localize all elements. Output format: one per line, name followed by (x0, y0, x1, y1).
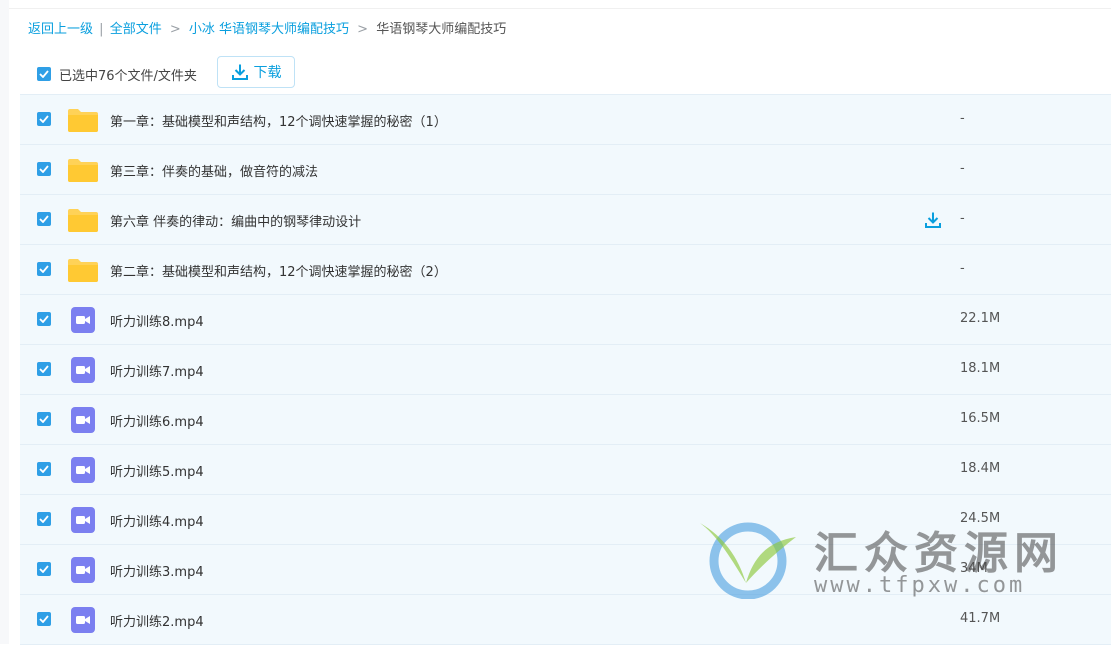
video-icon (68, 507, 98, 533)
folder-row[interactable]: 第六章 伴奏的律动：编曲中的钢琴律动设计 - (20, 195, 1111, 245)
file-name[interactable]: 听力训练3.mp4 (110, 561, 204, 580)
file-name[interactable]: 听力训练5.mp4 (110, 461, 204, 480)
file-name[interactable]: 第三章：伴奏的基础，做音符的减法 (110, 161, 318, 180)
file-name[interactable]: 听力训练4.mp4 (110, 511, 204, 530)
folder-row[interactable]: 第一章：基础模型和声结构，12个调快速掌握的秘密（1） - (20, 94, 1111, 145)
breadcrumb: 返回上一级 | 全部文件 > 小冰 华语钢琴大师编配技巧 > 华语钢琴大师编配技… (28, 21, 506, 39)
file-size: 24.5M (960, 511, 1001, 526)
file-row[interactable]: 听力训练6.mp4 16.5M (20, 395, 1111, 445)
file-list: 第一章：基础模型和声结构，12个调快速掌握的秘密（1） - 第三章：伴奏的基础，做音… (20, 94, 1111, 645)
download-button-label: 下载 (253, 65, 282, 81)
file-name[interactable]: 第一章：基础模型和声结构，12个调快速掌握的秘密（1） (110, 111, 447, 130)
row-checkbox[interactable] (37, 412, 51, 426)
download-icon (231, 63, 249, 81)
row-checkbox[interactable] (37, 112, 51, 126)
file-row[interactable]: 听力训练5.mp4 18.4M (20, 445, 1111, 495)
breadcrumb-arrow-separator: > (357, 22, 369, 37)
folder-icon (68, 257, 98, 283)
row-checkbox[interactable] (37, 462, 51, 476)
breadcrumb-level1-link[interactable]: 小冰 华语钢琴大师编配技巧 (189, 22, 349, 37)
file-size: 34M (960, 561, 988, 576)
file-name[interactable]: 听力训练6.mp4 (110, 411, 204, 430)
row-checkbox[interactable] (37, 262, 51, 276)
row-checkbox[interactable] (37, 312, 51, 326)
breadcrumb-arrow-separator: > (169, 22, 181, 37)
folder-icon (68, 107, 98, 133)
breadcrumb-all-files-link[interactable]: 全部文件 (110, 22, 162, 37)
row-checkbox[interactable] (37, 362, 51, 376)
video-icon (68, 407, 98, 433)
row-checkbox[interactable] (37, 562, 51, 576)
breadcrumb-back-link[interactable]: 返回上一级 (28, 22, 93, 37)
video-icon (68, 557, 98, 583)
folder-icon (68, 207, 98, 233)
breadcrumb-current: 华语钢琴大师编配技巧 (376, 22, 507, 37)
select-all-checkbox[interactable] (37, 67, 51, 81)
select-all[interactable]: 已选中76个文件/文件夹 (37, 66, 197, 84)
row-checkbox[interactable] (37, 162, 51, 176)
file-size: 16.5M (960, 411, 1001, 426)
download-button[interactable]: 下载 (217, 56, 295, 88)
folder-row[interactable]: 第三章：伴奏的基础，做音符的减法 - (20, 145, 1111, 195)
file-name[interactable]: 第二章：基础模型和声结构，12个调快速掌握的秘密（2） (110, 261, 447, 280)
file-row[interactable]: 听力训练3.mp4 34M (20, 545, 1111, 595)
file-size: - (960, 111, 965, 126)
file-size: 22.1M (960, 311, 1001, 326)
file-size: 18.1M (960, 361, 1001, 376)
file-name[interactable]: 听力训练2.mp4 (110, 611, 204, 630)
video-icon (68, 307, 98, 333)
left-sidebar-edge (0, 0, 9, 644)
top-divider (9, 0, 1111, 9)
file-name[interactable]: 第六章 伴奏的律动：编曲中的钢琴律动设计 (110, 211, 361, 230)
video-icon (68, 607, 98, 633)
file-row[interactable]: 听力训练7.mp4 18.1M (20, 345, 1111, 395)
file-size: - (960, 161, 965, 176)
breadcrumb-bar-separator: | (99, 22, 104, 37)
file-name[interactable]: 听力训练7.mp4 (110, 361, 204, 380)
file-name[interactable]: 听力训练8.mp4 (110, 311, 204, 330)
file-row[interactable]: 听力训练8.mp4 22.1M (20, 295, 1111, 345)
file-size: - (960, 261, 965, 276)
video-icon (68, 357, 98, 383)
row-checkbox[interactable] (37, 512, 51, 526)
row-download-icon[interactable] (923, 210, 943, 230)
selected-count-label: 已选中76个文件/文件夹 (59, 68, 197, 84)
file-size: - (960, 211, 965, 226)
file-row[interactable]: 听力训练2.mp4 41.7M (20, 595, 1111, 645)
folder-row[interactable]: 第二章：基础模型和声结构，12个调快速掌握的秘密（2） - (20, 245, 1111, 295)
file-row[interactable]: 听力训练4.mp4 24.5M (20, 495, 1111, 545)
file-size: 41.7M (960, 611, 1001, 626)
file-size: 18.4M (960, 461, 1001, 476)
video-icon (68, 457, 98, 483)
row-checkbox[interactable] (37, 212, 51, 226)
row-checkbox[interactable] (37, 612, 51, 626)
folder-icon (68, 157, 98, 183)
